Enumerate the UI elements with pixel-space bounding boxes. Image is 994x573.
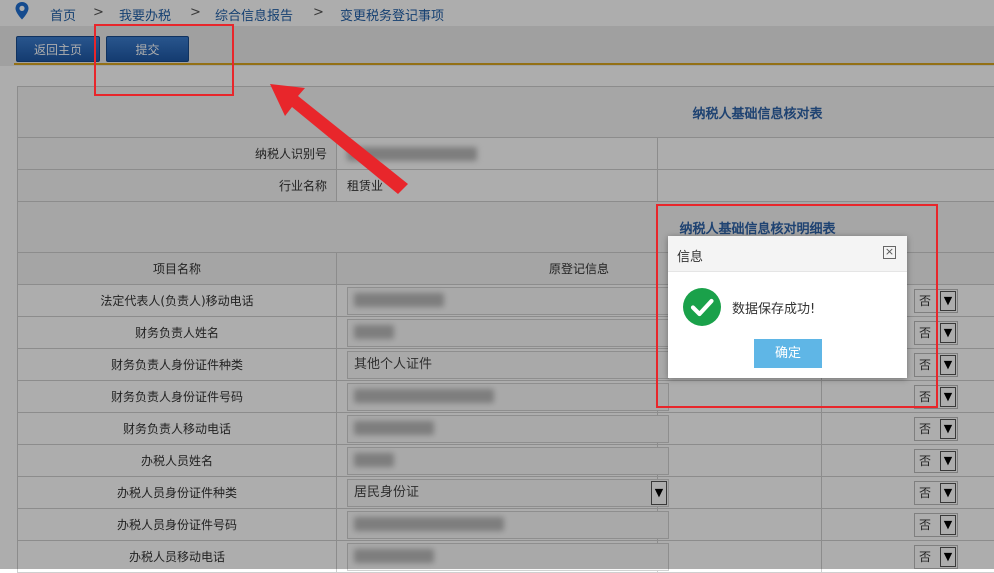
annotation-arrow: [0, 0, 994, 569]
